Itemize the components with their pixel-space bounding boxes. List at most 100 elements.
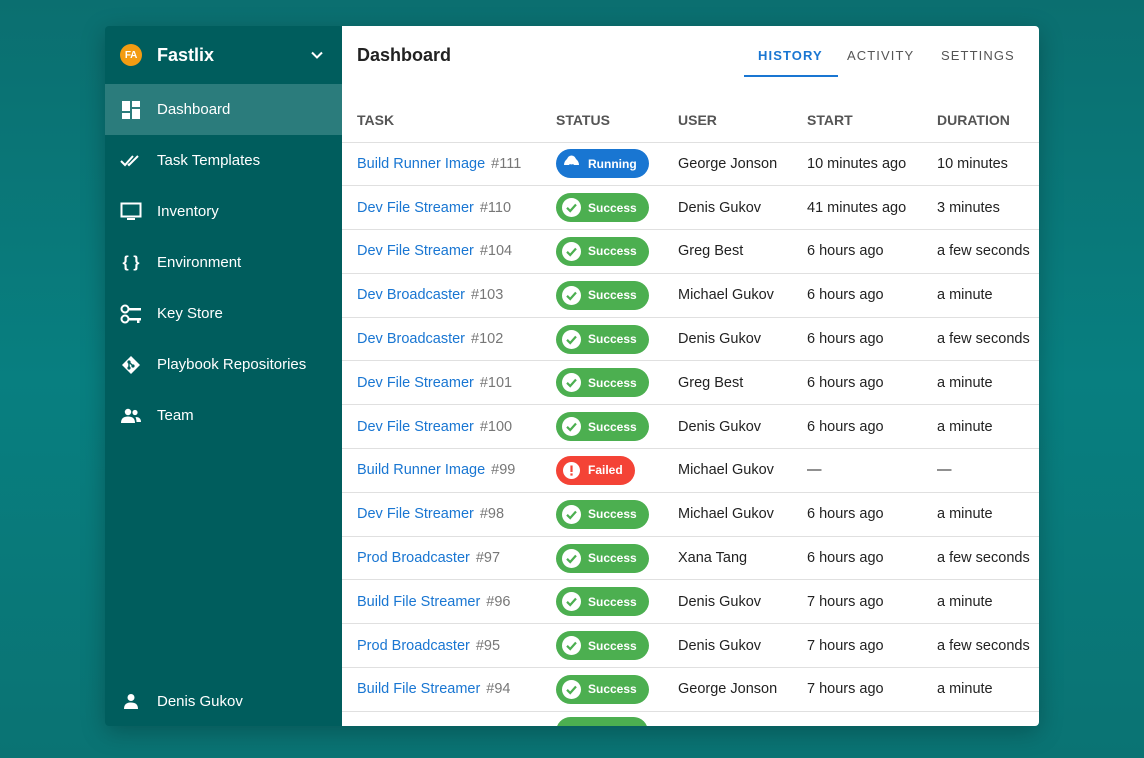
table-row[interactable]: Dev File Streamer #100 Success Denis Gukov 6…: [342, 404, 1039, 450]
check-circle-icon: [562, 241, 581, 261]
status-label: Success: [588, 507, 637, 522]
tab-history[interactable]: HISTORY: [758, 48, 823, 63]
start-cell: 6 hours ago: [807, 492, 937, 537]
task-cell: Prod Broadcaster #97: [342, 536, 556, 581]
user-cell: Denis Gukov: [678, 579, 807, 625]
task-link[interactable]: Dev File Streamer: [357, 506, 474, 522]
sidebar: FA Fastlix Dashboard Task Templates Inve…: [105, 26, 342, 726]
task-link[interactable]: Dev File Streamer: [357, 375, 474, 391]
sidebar-item-team[interactable]: Team: [105, 390, 342, 441]
task-number: #103: [471, 287, 504, 304]
duration-cell: a minute: [937, 579, 1039, 625]
table-row[interactable]: Build Runner Image #111 Running George Jons…: [342, 142, 1039, 187]
status-badge: Success: [556, 368, 649, 398]
status-cell: Success: [556, 536, 678, 581]
sidebar-item-label: Team: [157, 407, 194, 424]
column-header-user[interactable]: USER: [678, 98, 807, 143]
duration-cell: 3 minutes: [937, 185, 1039, 231]
column-header-duration[interactable]: DURATION: [937, 98, 1039, 143]
person-icon: [120, 690, 142, 712]
status-badge: Success: [556, 587, 649, 617]
task-link[interactable]: Build File Streamer: [357, 681, 480, 697]
task-link[interactable]: Prod Broadcaster: [357, 550, 470, 566]
key-icon: [120, 303, 142, 325]
task-cell: Build Runner Image #99: [342, 448, 556, 493]
check-circle-icon: [562, 417, 581, 437]
tab-settings[interactable]: SETTINGS: [941, 48, 1015, 63]
task-link[interactable]: Build Runner Image: [357, 462, 485, 478]
sidebar-item-dashboard[interactable]: Dashboard: [105, 84, 342, 135]
project-switcher[interactable]: FA Fastlix: [105, 26, 342, 84]
check-circle-icon: [562, 285, 581, 305]
current-user[interactable]: Denis Gukov: [105, 684, 342, 718]
task-link[interactable]: Dev Broadcaster: [357, 331, 465, 347]
check-circle-icon: [562, 679, 581, 699]
status-label: Success: [588, 551, 637, 566]
table-body: Build Runner Image #111 Running George Jons…: [342, 142, 1039, 726]
status-badge: Success: [556, 193, 649, 223]
table-row[interactable]: Build File Streamer #96 Success Denis Gukov…: [342, 579, 1039, 625]
status-label: Success: [588, 638, 637, 653]
table-row-partial[interactable]: [342, 711, 1039, 726]
task-number: #110: [479, 199, 512, 216]
duration-cell: a minute: [937, 273, 1039, 318]
table-row[interactable]: Dev File Streamer #110 Success Denis Gukov 4…: [342, 185, 1039, 231]
task-cell: Dev File Streamer #101: [342, 360, 556, 406]
table-row[interactable]: Dev File Streamer #101 Success Greg Best 6 h…: [342, 360, 1039, 406]
task-link[interactable]: Dev File Streamer: [357, 419, 474, 435]
status-badge: Success: [556, 412, 649, 442]
table-header-row: TASK STATUS USER START DURATION: [342, 98, 1039, 143]
duration-cell: 10 minutes: [937, 142, 1039, 187]
status-label: Success: [588, 375, 637, 390]
start-cell: 6 hours ago: [807, 360, 937, 406]
table-row[interactable]: Prod Broadcaster #97 Success Xana Tang 6 hou…: [342, 536, 1039, 581]
chevron-down-icon[interactable]: [310, 48, 324, 62]
status-badge: Success: [556, 543, 649, 573]
task-cell: Dev Broadcaster #102: [342, 317, 556, 362]
status-label: Success: [588, 288, 637, 303]
task-number: #94: [486, 681, 511, 698]
status-badge: Success: [556, 499, 649, 529]
duration-cell: a few seconds: [937, 317, 1039, 362]
table-row[interactable]: Dev Broadcaster #102 Success Denis Gukov 6 h…: [342, 317, 1039, 362]
task-number: #97: [475, 550, 501, 567]
status-label: Success: [588, 332, 637, 347]
status-label: Failed: [588, 463, 623, 478]
task-link[interactable]: Dev File Streamer: [357, 200, 474, 216]
table-row[interactable]: Dev File Streamer #104 Success Greg Best 6 h…: [342, 229, 1039, 274]
table-row[interactable]: Dev Broadcaster #103 Success Michael Gukov 6…: [342, 273, 1039, 318]
task-link[interactable]: Build Runner Image: [357, 156, 485, 172]
duration-cell: a minute: [937, 492, 1039, 537]
sidebar-item-key-store[interactable]: Key Store: [105, 288, 342, 339]
task-number: #102: [471, 331, 504, 348]
duration-cell: a minute: [937, 404, 1039, 450]
check-circle-icon: [562, 504, 581, 524]
sidebar-item-playbook-repositories[interactable]: Playbook Repositories: [105, 339, 342, 390]
column-header-task[interactable]: TASK: [342, 98, 556, 143]
start-cell: 10 minutes ago: [807, 142, 937, 187]
table-row[interactable]: Dev File Streamer #98 Success Michael Gukov…: [342, 492, 1039, 537]
sidebar-item-label: Inventory: [157, 203, 219, 220]
tab-activity[interactable]: ACTIVITY: [847, 48, 914, 63]
status-badge: Success: [556, 674, 649, 704]
table-row[interactable]: Prod Broadcaster #95 Success Denis Gukov 7 h…: [342, 623, 1039, 669]
start-cell: [807, 711, 937, 726]
sidebar-nav: Dashboard Task Templates Inventory { } E…: [105, 84, 342, 441]
start-cell: —: [807, 448, 937, 493]
table-row[interactable]: Build File Streamer #94 Success George Jons…: [342, 667, 1039, 712]
task-link[interactable]: Dev Broadcaster: [357, 287, 465, 303]
task-link[interactable]: Prod Broadcaster: [357, 638, 470, 654]
user-cell: Michael Gukov: [678, 273, 807, 318]
column-header-start[interactable]: START: [807, 98, 937, 143]
task-link[interactable]: Dev File Streamer: [357, 243, 474, 259]
column-header-status[interactable]: STATUS: [556, 98, 678, 143]
sidebar-item-inventory[interactable]: Inventory: [105, 186, 342, 237]
task-link[interactable]: Build File Streamer: [357, 594, 480, 610]
sidebar-item-task-templates[interactable]: Task Templates: [105, 135, 342, 186]
table-row[interactable]: Build Runner Image #99 Failed Michael Gukov…: [342, 448, 1039, 493]
duration-cell: —: [937, 448, 1039, 493]
user-cell: [678, 711, 807, 726]
check-circle-icon: [562, 548, 581, 568]
user-cell: Greg Best: [678, 229, 807, 274]
sidebar-item-environment[interactable]: { } Environment: [105, 237, 342, 288]
